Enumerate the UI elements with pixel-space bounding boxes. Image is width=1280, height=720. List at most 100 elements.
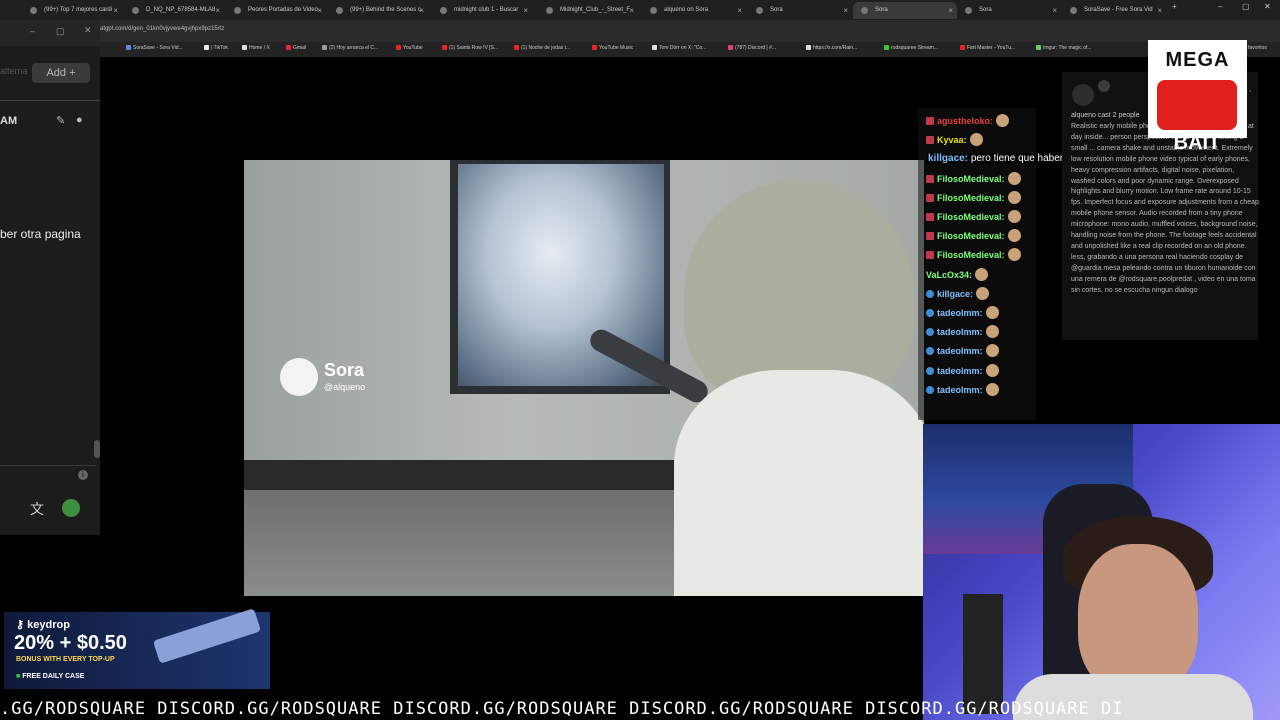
chat-username[interactable]: tadeolmm: — [937, 385, 983, 395]
chat-username[interactable]: tadeolmm: — [937, 327, 983, 337]
avatar[interactable] — [1098, 80, 1110, 92]
bookmark-item[interactable]: YouTube Music — [592, 45, 633, 51]
bait-label: BAIT — [1173, 132, 1221, 154]
x-icon — [806, 45, 811, 50]
chat-line: FilosoMedieval: — [926, 248, 1021, 262]
bookmark-item[interactable]: (1) Saints Row IV [S... — [442, 45, 498, 51]
close-icon[interactable]: × — [215, 2, 220, 19]
browser-tab[interactable]: (99+) Top 7 mejores cardi × — [22, 2, 122, 19]
badge-icon — [926, 347, 934, 356]
bookmark-item[interactable]: (2) Hoy arranca el C... — [322, 45, 378, 51]
close-icon[interactable]: × — [843, 2, 848, 19]
chat-username[interactable]: tadeolmm: — [937, 308, 983, 318]
youtube-music-icon — [592, 45, 597, 50]
avatar[interactable] — [1072, 84, 1094, 106]
chat-username[interactable]: killgace: — [937, 289, 973, 299]
emote-icon — [1007, 248, 1021, 262]
wrench-icon[interactable]: ✎ — [56, 114, 65, 127]
emote-icon — [969, 133, 983, 147]
browser-tab[interactable]: Peores Portadas de Video × — [226, 2, 326, 19]
sora-icon — [861, 7, 868, 14]
browser-tab[interactable]: Sora × — [957, 2, 1061, 19]
tiktok-icon — [204, 45, 209, 50]
close-icon[interactable]: × — [1052, 2, 1057, 19]
user-icon[interactable]: ● — [76, 114, 83, 126]
bookmark-folder[interactable]: favoritos — [1248, 45, 1267, 51]
key-icon: ⚷ — [16, 619, 25, 631]
chat-username[interactable]: VaLcOx34: — [926, 270, 972, 280]
maximize-icon[interactable]: ▢ — [1242, 2, 1250, 11]
maximize-icon[interactable]: ▢ — [56, 26, 65, 37]
new-tab-icon[interactable]: + — [1172, 2, 1177, 11]
chat-username[interactable]: FilosoMedieval: — [937, 231, 1005, 241]
bookmark-item[interactable]: https://x.com/Rain... — [806, 45, 857, 51]
chat-username[interactable]: Kyvaa: — [937, 135, 967, 145]
sora-icon — [756, 7, 763, 14]
browser-tab[interactable]: Midnight_Club_-_Street_F × — [538, 2, 638, 19]
bookmark-item[interactable]: rodsquaree Stream... — [884, 45, 938, 51]
browser-tab[interactable]: Sora × — [748, 2, 852, 19]
bookmark-item[interactable]: YouTube — [396, 45, 423, 51]
chat-username[interactable]: FilosoMedieval: — [937, 174, 1005, 184]
badge-icon — [926, 366, 934, 375]
scrollbar[interactable] — [94, 440, 100, 458]
browser-tab[interactable]: midnight club 1 - Buscar × — [432, 2, 532, 19]
chat-username[interactable]: FilosoMedieval: — [937, 193, 1005, 203]
close-icon[interactable]: × — [1157, 2, 1162, 19]
browser-tab[interactable]: alqueno on Sora × — [642, 2, 746, 19]
bookmark-item[interactable]: Gmail — [286, 45, 306, 51]
emote-icon — [985, 306, 999, 319]
bookmark-item[interactable]: SoraSave - Sora Vid... — [126, 45, 183, 51]
bookmark-item[interactable]: Fart Master - YouTu... — [960, 45, 1015, 51]
extension-icon[interactable] — [62, 499, 80, 517]
emote-icon — [985, 363, 999, 377]
bookmark-item[interactable]: (787) Discord | #... — [728, 45, 776, 51]
bookmark-item[interactable]: Imgur: The magic of... — [1036, 45, 1092, 51]
browser-tab-active[interactable]: Sora × — [853, 2, 957, 19]
add-button[interactable]: Add + — [32, 63, 90, 83]
bookmark-item[interactable]: | TikTok — [204, 45, 228, 51]
browser-tab[interactable]: D_NQ_NP_678584-MLA8 × — [124, 2, 224, 19]
bookmark-item[interactable]: Tom Dörr on X: "Co... — [652, 45, 706, 51]
close-icon[interactable]: × — [523, 2, 528, 19]
badge-icon — [926, 174, 934, 183]
bookmark-item[interactable]: (1) Noche de jodas t... — [514, 45, 570, 51]
chat-username[interactable]: agustheloko: — [937, 116, 993, 126]
close-icon[interactable]: × — [317, 2, 322, 19]
minimize-icon[interactable]: – — [30, 26, 35, 36]
close-icon[interactable]: ✕ — [84, 25, 92, 36]
badge-icon — [926, 232, 934, 241]
keydrop-ad[interactable]: ⚷ keydrop 20% + $0.50 BONUS WITH EVERY T… — [4, 608, 270, 689]
emote-icon — [976, 286, 990, 300]
page-icon — [322, 45, 327, 50]
close-icon[interactable]: × — [629, 2, 634, 19]
translate-icon[interactable]: 文 — [30, 499, 44, 519]
emote-icon — [1007, 229, 1021, 243]
browser-tab[interactable]: SoraSave - Free Sora Vid × — [1062, 2, 1166, 19]
mega-label: MEGA — [1165, 49, 1230, 71]
sora-video-player[interactable]: Sora @alqueno — [244, 160, 924, 596]
chat-line: FilosoMedieval: — [926, 210, 1021, 223]
chat-username[interactable]: FilosoMedieval: — [937, 212, 1005, 222]
bookmark-item[interactable]: Home / X — [242, 45, 270, 51]
sora-logo-icon — [280, 358, 318, 396]
close-icon[interactable]: × — [737, 2, 742, 19]
close-icon[interactable]: × — [419, 2, 424, 19]
youtube-icon — [514, 45, 519, 50]
close-window-icon[interactable]: ✕ — [1264, 2, 1271, 11]
badge-icon — [926, 136, 934, 145]
close-icon[interactable]: × — [113, 2, 118, 19]
minimize-icon[interactable]: – — [1218, 2, 1222, 11]
chat-username[interactable]: tadeolmm: — [937, 366, 983, 376]
composer[interactable]: i 文 — [0, 465, 96, 546]
chat-username[interactable]: FilosoMedieval: — [937, 250, 1005, 260]
address-bar[interactable]: atgpt.com/d/gen_01kn0vjyvwe4gvjhpx9pz15r… — [100, 20, 1280, 42]
browser-tab[interactable]: (99+) Behind the Scenes c × — [328, 2, 428, 19]
chat-username[interactable]: tadeolmm: — [937, 346, 983, 356]
close-icon[interactable]: × — [948, 2, 953, 19]
youtube-icon — [960, 45, 965, 50]
gmail-icon — [286, 45, 291, 50]
plus-icon: + — [69, 67, 76, 79]
url-text[interactable]: atgpt.com/d/gen_01kn0vjyvwe4gvjhpx9pz15r… — [100, 26, 224, 32]
info-icon[interactable]: i — [78, 470, 88, 480]
